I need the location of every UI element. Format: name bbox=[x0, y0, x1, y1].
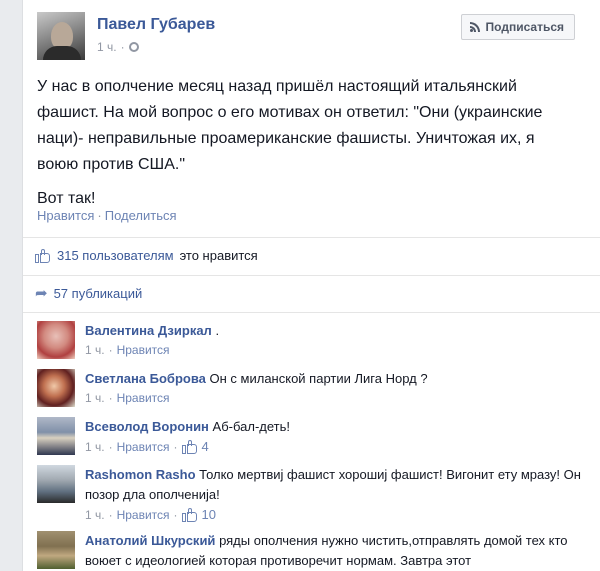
commenter-avatar[interactable] bbox=[37, 465, 75, 503]
comment-like-link[interactable]: Нравится bbox=[117, 440, 170, 454]
comment-text: Светлана Боброва Он с миланской партии Л… bbox=[85, 369, 585, 389]
comment-like-count[interactable]: 4 bbox=[181, 439, 209, 454]
comment-text: Всеволод Воронин Аб-бал-деть! bbox=[85, 417, 585, 437]
post-header: Павел Губарев 1 ч. · Подписаться bbox=[37, 12, 587, 62]
comment-meta: 1 ч. · Нравится bbox=[85, 391, 170, 405]
comment-like-count[interactable]: 10 bbox=[181, 507, 217, 522]
meta-separator: · bbox=[108, 343, 113, 357]
commenter-avatar[interactable] bbox=[37, 369, 75, 407]
commenter-name[interactable]: Светлана Боброва bbox=[85, 371, 206, 386]
post-meta: 1 ч. · bbox=[97, 40, 139, 54]
comment-like-link[interactable]: Нравится bbox=[117, 508, 170, 522]
like-thumb-icon bbox=[181, 507, 198, 522]
like-thumb-icon bbox=[35, 248, 51, 263]
post-time[interactable]: 1 ч. bbox=[97, 40, 117, 54]
comment-time[interactable]: 1 ч. bbox=[85, 508, 105, 522]
comment-item: Валентина Дзиркал . 1 ч. · Нравится bbox=[37, 321, 587, 361]
like-link[interactable]: Нравится bbox=[37, 208, 94, 223]
commenter-avatar[interactable] bbox=[37, 531, 75, 569]
like-count-value: 4 bbox=[201, 439, 209, 454]
likes-count-link[interactable]: 315 пользователям bbox=[57, 248, 174, 263]
post-paragraph: У нас в ополчение месяц назад пришёл нас… bbox=[37, 78, 543, 173]
comment-body: Он с миланской партии Лига Норд ? bbox=[209, 371, 428, 386]
meta-separator: · bbox=[108, 507, 113, 522]
comment-like-link[interactable]: Нравится bbox=[117, 343, 170, 357]
avatar-body bbox=[43, 46, 81, 60]
facebook-post: Павел Губарев 1 ч. · Подписаться У нас в… bbox=[22, 0, 600, 571]
comment-time[interactable]: 1 ч. bbox=[85, 440, 105, 454]
shares-summary: ➦ 57 публикаций bbox=[35, 284, 143, 302]
meta-separator: · bbox=[173, 439, 178, 454]
post-body: У нас в ополчение месяц назад пришёл нас… bbox=[37, 74, 577, 220]
comment-item: Анатолий Шкурский ряды ополчения нужно ч… bbox=[37, 531, 587, 571]
meta-separator: · bbox=[108, 439, 113, 454]
actions-separator: · bbox=[97, 208, 102, 223]
comment-text: Валентина Дзиркал . bbox=[85, 321, 585, 341]
comment-item: Всеволод Воронин Аб-бал-деть! 1 ч. · Нра… bbox=[37, 417, 587, 457]
share-arrow-icon: ➦ bbox=[35, 284, 48, 302]
share-link[interactable]: Поделиться bbox=[105, 208, 177, 223]
subscribe-label: Подписаться bbox=[485, 20, 564, 34]
commenter-name[interactable]: Валентина Дзиркал bbox=[85, 323, 212, 338]
commenter-avatar[interactable] bbox=[37, 321, 75, 359]
likes-summary: 315 пользователям это нравится bbox=[35, 248, 258, 263]
comment-item: Светлана Боброва Он с миланской партии Л… bbox=[37, 369, 587, 409]
post-actions: Нравится · Поделиться bbox=[37, 208, 177, 223]
comment-body: Аб-бал-деть! bbox=[212, 419, 291, 434]
commenter-avatar[interactable] bbox=[37, 417, 75, 455]
comment-meta: 1 ч. · Нравится bbox=[85, 343, 170, 357]
comment-text: Анатолий Шкурский ряды ополчения нужно ч… bbox=[85, 531, 585, 571]
subscribe-button[interactable]: Подписаться bbox=[460, 14, 575, 40]
comment-body: . bbox=[215, 323, 220, 338]
meta-separator: · bbox=[108, 391, 113, 405]
comment-item: Rashomon Rasho Толко мертвиј фашист хоро… bbox=[37, 465, 587, 523]
comment-meta: 1 ч. · Нравится · 10 bbox=[85, 507, 216, 522]
author-avatar[interactable] bbox=[37, 12, 85, 60]
separator-dot: · bbox=[120, 40, 125, 54]
like-count-value: 10 bbox=[201, 507, 217, 522]
divider bbox=[23, 275, 600, 276]
commenter-name[interactable]: Rashomon Rasho bbox=[85, 467, 196, 482]
comment-text: Rashomon Rasho Толко мертвиј фашист хоро… bbox=[85, 465, 585, 505]
shares-count-link[interactable]: 57 публикаций bbox=[54, 286, 143, 301]
comment-time[interactable]: 1 ч. bbox=[85, 391, 105, 405]
commenter-name[interactable]: Анатолий Шкурский bbox=[85, 533, 215, 548]
divider bbox=[23, 312, 600, 313]
rss-icon bbox=[469, 22, 480, 32]
privacy-gear-icon[interactable] bbox=[128, 42, 139, 52]
comment-like-link[interactable]: Нравится bbox=[117, 391, 170, 405]
comment-meta: 1 ч. · Нравится · 4 bbox=[85, 439, 209, 454]
divider bbox=[23, 237, 600, 238]
commenter-name[interactable]: Всеволод Воронин bbox=[85, 419, 209, 434]
comment-time[interactable]: 1 ч. bbox=[85, 343, 105, 357]
author-name[interactable]: Павел Губарев bbox=[97, 16, 215, 34]
like-thumb-icon bbox=[181, 439, 198, 454]
meta-separator: · bbox=[173, 507, 178, 522]
likes-suffix: это нравится bbox=[179, 248, 258, 263]
